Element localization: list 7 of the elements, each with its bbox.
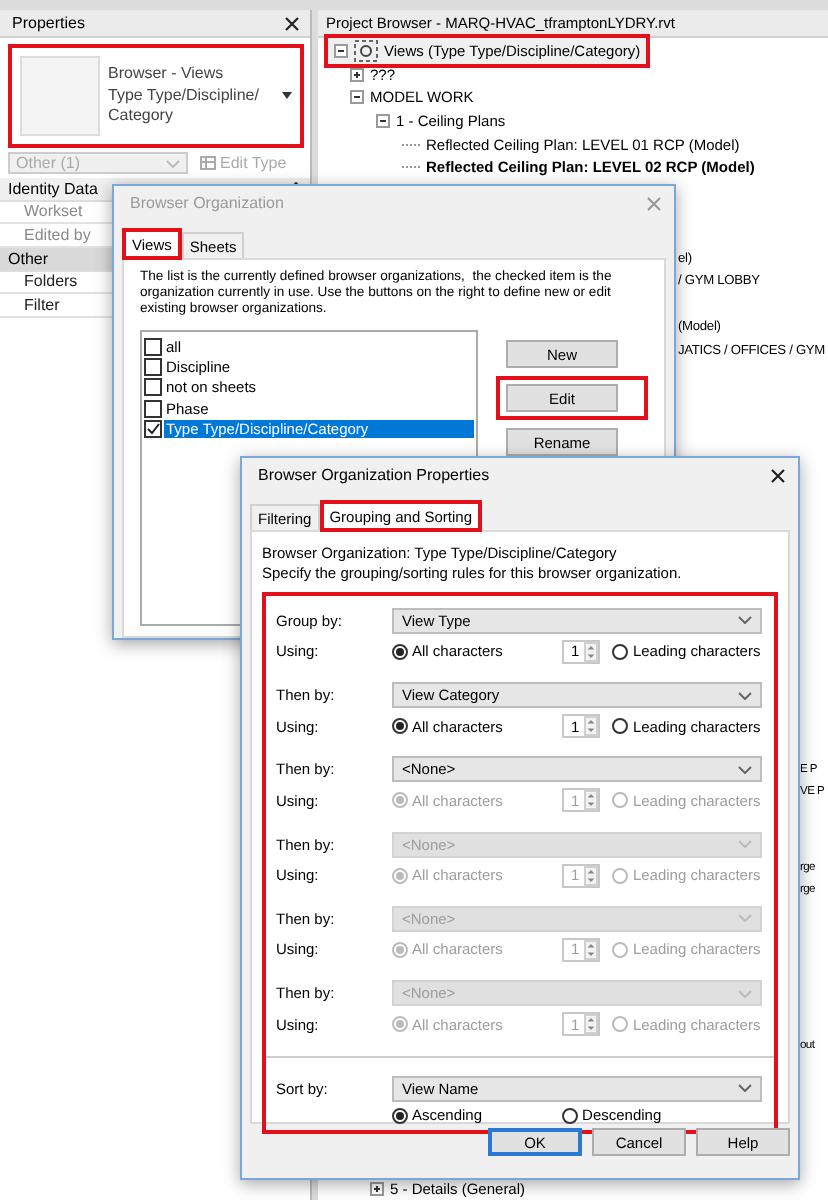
type-name-line: Browser - Views (108, 63, 226, 86)
dialog-title: Browser Organization Properties (258, 466, 490, 486)
panel-title: Properties (12, 13, 85, 33)
type-name-line: Type Type/Discipline/ (108, 85, 261, 107)
group-label: Other (8, 249, 49, 269)
group-label: Identity Data (8, 179, 98, 199)
type-name-line: Category (108, 106, 175, 129)
